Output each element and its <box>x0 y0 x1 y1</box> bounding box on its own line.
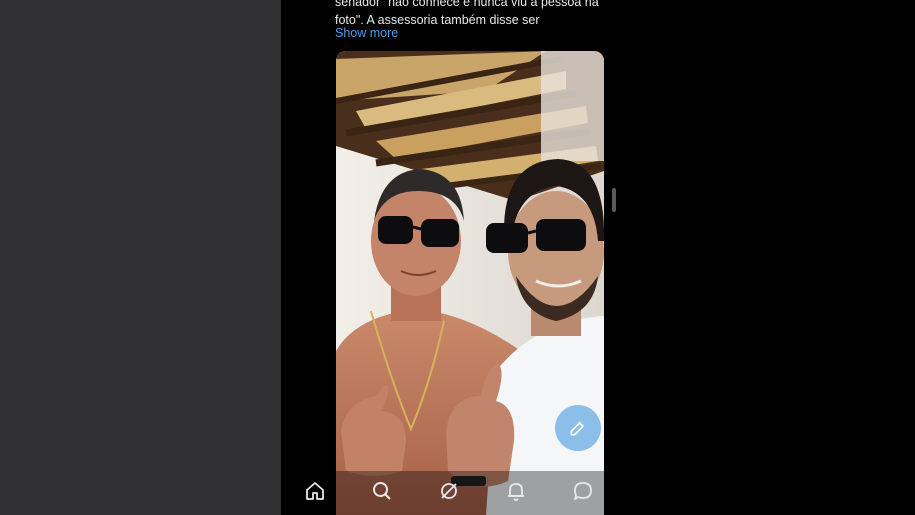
right-background-panel <box>620 0 915 515</box>
nav-messages-button[interactable] <box>571 479 595 503</box>
compose-button[interactable] <box>555 405 601 451</box>
bottom-navigation-bar <box>281 467 620 515</box>
chat-icon <box>574 482 592 500</box>
search-icon <box>373 482 391 500</box>
phone-screen: senador "não conhece e nunca viu a pesso… <box>281 0 620 515</box>
show-more-link[interactable]: Show more <box>335 25 398 41</box>
left-background-panel <box>0 0 281 515</box>
compose-icon <box>570 421 584 436</box>
nav-home-button[interactable] <box>303 479 327 503</box>
bell-icon <box>508 483 524 501</box>
nav-notifications-button[interactable] <box>504 479 528 503</box>
nav-search-button[interactable] <box>370 479 394 503</box>
post-text-line-1: senador "não conhece e nunca viu a pesso… <box>335 0 599 9</box>
grok-icon <box>441 483 457 499</box>
scroll-handle[interactable] <box>612 188 616 212</box>
nav-grok-button[interactable] <box>437 479 461 503</box>
home-icon <box>306 482 324 500</box>
